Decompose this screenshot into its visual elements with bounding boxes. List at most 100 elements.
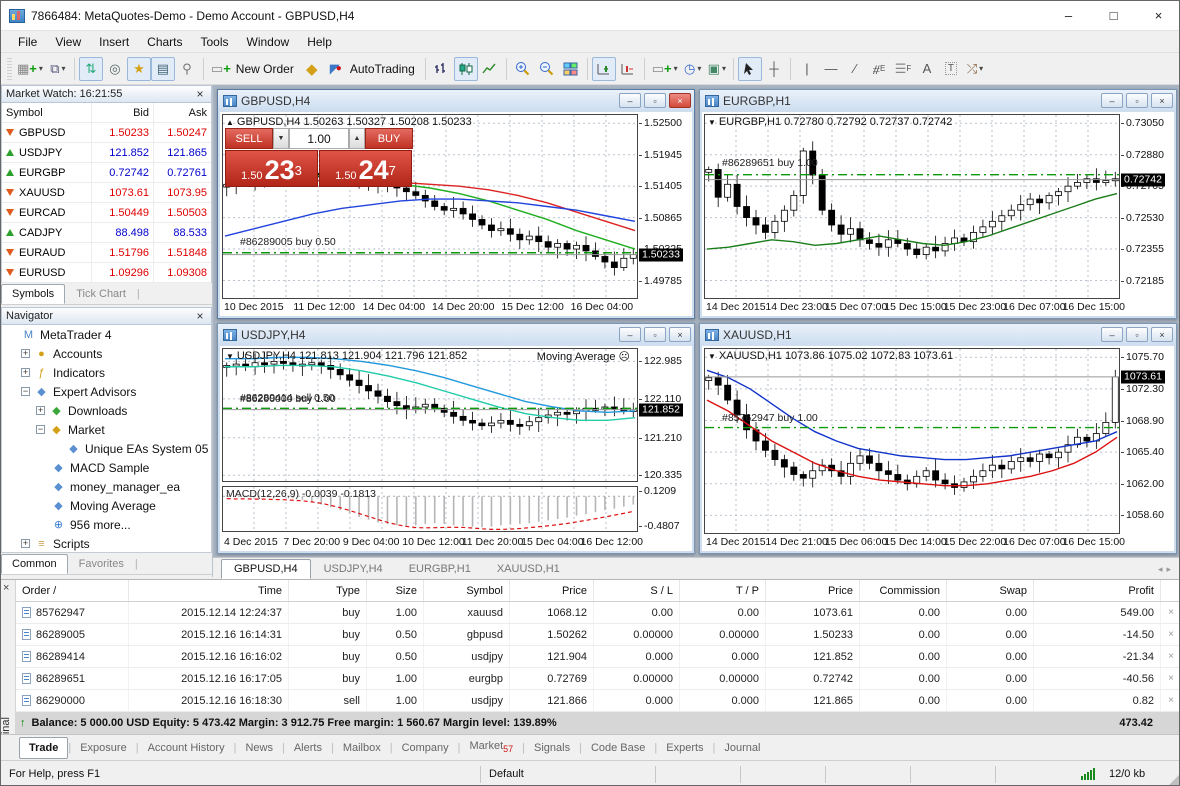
market-watch-row[interactable]: GBPUSD 1.50233 1.50247	[2, 123, 211, 143]
trade-row[interactable]: 86289005 2015.12.16 16:14:31 buy 0.50 gbpusd…	[16, 624, 1179, 646]
trade-row[interactable]: 86289651 2015.12.16 16:17:05 buy 1.00 eurgbp…	[16, 668, 1179, 690]
buy-price-button[interactable]: 1.50 24 7	[319, 150, 412, 187]
market-watch-close-icon[interactable]: ×	[193, 87, 207, 101]
column-header-bid[interactable]: Bid	[92, 103, 154, 122]
chart-tab-xauusdh1[interactable]: XAUUSD,H1	[484, 559, 573, 579]
column-header-commission[interactable]: Commission	[860, 580, 947, 601]
market-watch-row[interactable]: EURCAD 1.50449 1.50503	[2, 203, 211, 223]
close-position-button[interactable]: ×	[1161, 624, 1179, 645]
navigator-close-icon[interactable]: ×	[193, 309, 207, 323]
menu-file[interactable]: File	[9, 32, 46, 52]
sell-button[interactable]: SELL	[225, 128, 273, 149]
column-header-price[interactable]: Price	[510, 580, 594, 601]
new-chart-button[interactable]: ▦ + ▾	[14, 57, 46, 81]
menu-help[interactable]: Help	[298, 32, 341, 52]
price-axis[interactable]: 122.985 122.110 121.210 120.335 121.852 0.120…	[638, 348, 692, 533]
column-header-price[interactable]: Price	[766, 580, 860, 601]
auto-scroll-icon[interactable]	[591, 56, 616, 81]
tree-item-money-manager-ea[interactable]: ◆ money_manager_ea	[2, 477, 211, 496]
price-plot[interactable]	[222, 348, 638, 482]
menu-window[interactable]: Window	[238, 32, 299, 52]
tree-item-unique-eas-system-05[interactable]: ◆ Unique EAs System 05	[2, 439, 211, 458]
tree-item-956-more-[interactable]: ⊕ 956 more...	[2, 515, 211, 534]
zoom-out-icon[interactable]	[535, 57, 559, 81]
strategy-tester-icon[interactable]: ⚲	[175, 57, 199, 81]
terminal-tab-trade[interactable]: Trade	[19, 736, 69, 759]
market-watch-row[interactable]: XAUUSD 1073.61 1073.95	[2, 183, 211, 203]
menu-view[interactable]: View	[46, 32, 90, 52]
column-header-order[interactable]: Order /	[16, 580, 129, 601]
expander-plus-icon[interactable]: +	[21, 539, 30, 548]
terminal-tab-exposure[interactable]: Exposure	[71, 738, 135, 758]
chart-restore-button[interactable]: ▫	[644, 327, 666, 342]
terminal-tab-experts[interactable]: Experts	[657, 738, 712, 758]
terminal-tab-alerts[interactable]: Alerts	[285, 738, 331, 758]
expander-plus-icon[interactable]: +	[21, 368, 30, 377]
indicators-button[interactable]: ▭ + ▾	[649, 57, 681, 81]
publisher-icon[interactable]: ◆	[300, 57, 324, 81]
volume-down-button[interactable]: ▼	[273, 128, 289, 149]
close-position-button[interactable]: ×	[1161, 690, 1179, 711]
terminal-tab-journal[interactable]: Journal	[715, 738, 769, 758]
column-header-profit[interactable]: Profit	[1034, 580, 1161, 601]
data-window-icon[interactable]: ◎	[103, 57, 127, 81]
tree-item-metatrader-4[interactable]: M MetaTrader 4	[2, 325, 211, 344]
menu-tools[interactable]: Tools	[192, 32, 238, 52]
trade-row[interactable]: 86289414 2015.12.16 16:16:02 buy 0.50 usdjpy…	[16, 646, 1179, 668]
chart-close-button[interactable]: ×	[669, 327, 691, 342]
equidistant-channel-tool-icon[interactable]: ⧣ E	[867, 57, 891, 81]
templates-button[interactable]: ▣ ▾	[705, 57, 729, 81]
line-chart-mode-icon[interactable]	[478, 57, 502, 81]
column-header-symbol[interactable]: Symbol	[424, 580, 510, 601]
tab-tick-chart[interactable]: Tick Chart	[65, 284, 137, 304]
column-header-size[interactable]: Size	[367, 580, 424, 601]
chart-minimize-button[interactable]: –	[1101, 93, 1123, 108]
tree-item-scripts[interactable]: + ≡ Scripts	[2, 534, 211, 552]
terminal-tab-news[interactable]: News	[236, 738, 282, 758]
maximize-button[interactable]: □	[1091, 1, 1136, 30]
market-watch-row[interactable]: USDJPY 121.852 121.865	[2, 143, 211, 163]
collapse-arrow-icon[interactable]: ▲	[226, 118, 234, 127]
expander-plus-icon[interactable]: +	[21, 349, 30, 358]
trade-row[interactable]: 85762947 2015.12.14 12:24:37 buy 1.00 xauusd…	[16, 602, 1179, 624]
crosshair-tool-icon[interactable]: ┼	[762, 57, 786, 81]
zoom-in-icon[interactable]	[511, 57, 535, 81]
chart-shift-icon[interactable]	[616, 57, 640, 81]
chart-close-button[interactable]: ×	[1151, 327, 1173, 342]
periods-button[interactable]: ◷ ▾	[681, 57, 705, 81]
tab-favorites[interactable]: Favorites	[68, 554, 135, 574]
volume-up-button[interactable]: ▲	[349, 128, 365, 149]
market-watch-row[interactable]: CADJPY 88.498 88.533	[2, 223, 211, 243]
chart-minimize-button[interactable]: –	[619, 327, 641, 342]
chart-minimize-button[interactable]: –	[1101, 327, 1123, 342]
close-button[interactable]: ×	[1136, 1, 1179, 30]
terminal-tab-mailbox[interactable]: Mailbox	[334, 738, 390, 758]
menu-charts[interactable]: Charts	[138, 32, 191, 52]
chart-restore-button[interactable]: ▫	[644, 93, 666, 108]
tree-item-market[interactable]: − ◆ Market	[2, 420, 211, 439]
price-axis[interactable]: 1075.70 1072.30 1068.90 1065.40 1062.00 1058.…	[1120, 348, 1174, 533]
terminal-tab-market[interactable]: Market57	[461, 736, 523, 758]
tree-item-downloads[interactable]: + ◆ Downloads	[2, 401, 211, 420]
buy-button[interactable]: BUY	[365, 128, 413, 149]
chart-area[interactable]: 1.525001.519451.514051.508651.503251.497…	[220, 112, 692, 316]
column-header-tp[interactable]: T / P	[680, 580, 766, 601]
terminal-tab-company[interactable]: Company	[393, 738, 458, 758]
sell-price-button[interactable]: 1.50 23 3	[225, 150, 318, 187]
tab-symbols[interactable]: Symbols	[1, 284, 66, 304]
cursor-tool-icon[interactable]	[737, 56, 762, 81]
chart-window-titlebar[interactable]: GBPUSD,H4 – ▫ ×	[218, 90, 694, 111]
price-axis[interactable]: 1.525001.519451.514051.508651.503251.497…	[638, 114, 692, 298]
market-watch-toggle-icon[interactable]: ⇅	[78, 56, 103, 81]
expander-minus-icon[interactable]: −	[36, 425, 45, 434]
tree-item-indicators[interactable]: + ƒ Indicators	[2, 363, 211, 382]
navigator-toggle-icon[interactable]: ★	[126, 56, 151, 81]
fibonacci-tool-icon[interactable]: ☰ F	[891, 57, 915, 81]
chart-window-titlebar[interactable]: USDJPY,H4 – ▫ ×	[218, 324, 694, 345]
text-label-tool-icon[interactable]: T	[939, 57, 963, 81]
expander-minus-icon[interactable]: −	[21, 387, 30, 396]
close-position-button[interactable]: ×	[1161, 668, 1179, 689]
tree-item-expert-advisors[interactable]: − ◆ Expert Advisors	[2, 382, 211, 401]
resize-grip[interactable]	[1168, 774, 1179, 785]
expert-advisor-label[interactable]: Moving Average ☹	[537, 350, 630, 363]
